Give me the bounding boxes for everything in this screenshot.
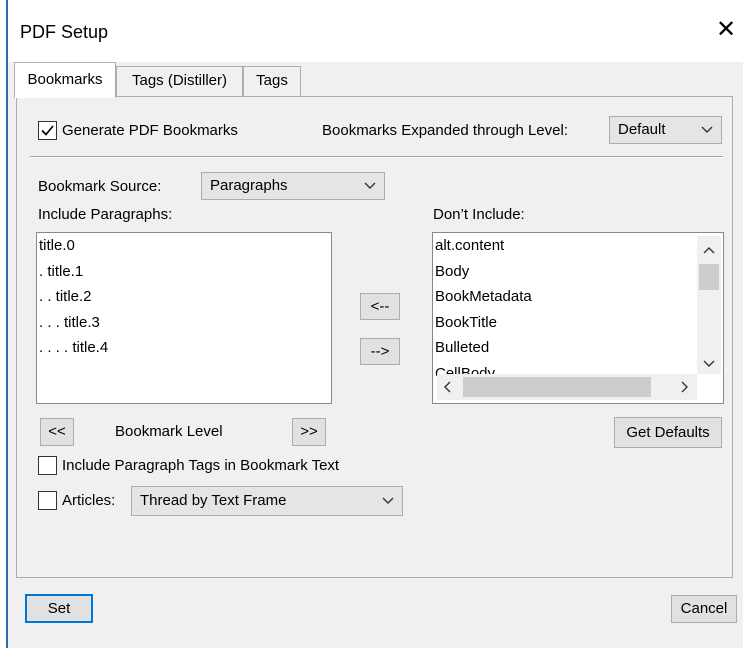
cancel-button[interactable]: Cancel [671, 595, 737, 623]
bookmark-level-label: Bookmark Level [115, 423, 223, 440]
vertical-scrollbar[interactable] [697, 236, 721, 374]
articles-value: Thread by Text Frame [140, 492, 287, 509]
scroll-down-icon[interactable] [703, 360, 715, 368]
list-item[interactable]: alt.content [433, 233, 723, 259]
scroll-right-icon[interactable] [681, 381, 689, 393]
list-item[interactable]: . title.1 [37, 259, 331, 285]
title-bar [8, 0, 743, 62]
close-icon[interactable]: ✕ [716, 16, 736, 44]
chevron-down-icon [701, 126, 713, 133]
chevron-down-icon [382, 497, 394, 504]
list-item[interactable]: . . . title.3 [37, 310, 331, 336]
list-item[interactable]: BookMetadata [433, 284, 723, 310]
list-item[interactable]: Bulleted [433, 335, 723, 361]
window-edge [0, 0, 8, 648]
checkmark-icon [41, 125, 54, 136]
bookmark-source-select[interactable]: Paragraphs [201, 172, 385, 200]
level-up-button[interactable]: >> [292, 418, 326, 446]
list-item[interactable]: BookTitle [433, 310, 723, 336]
horizontal-scrollbar[interactable] [437, 374, 697, 400]
include-paragraphs-list[interactable]: title.0 . title.1 . . title.2 . . . titl… [36, 232, 332, 404]
generate-bookmarks-checkbox[interactable] [38, 121, 57, 140]
separator [30, 156, 723, 158]
scrollbar-thumb[interactable] [463, 377, 651, 397]
include-tags-checkbox[interactable] [38, 456, 57, 475]
include-tags-label: Include Paragraph Tags in Bookmark Text [62, 457, 340, 474]
window-title: PDF Setup [20, 22, 109, 42]
scroll-left-icon[interactable] [443, 381, 451, 393]
articles-label: Articles: [62, 492, 116, 509]
expanded-level-select[interactable]: Default [609, 116, 722, 144]
set-button[interactable]: Set [25, 594, 93, 623]
tab-tags[interactable]: Tags [243, 66, 301, 96]
scroll-up-icon[interactable] [703, 246, 715, 254]
dont-include-label: Don’t Include: [433, 206, 525, 223]
tab-bookmarks[interactable]: Bookmarks [14, 62, 116, 98]
bookmark-source-value: Paragraphs [210, 177, 288, 194]
expanded-level-value: Default [618, 121, 666, 138]
get-defaults-button[interactable]: Get Defaults [614, 417, 722, 448]
generate-bookmarks-label: Generate PDF Bookmarks [62, 122, 238, 139]
move-right-button[interactable]: --> [360, 338, 400, 365]
list-item[interactable]: Body [433, 259, 723, 285]
scrollbar-thumb[interactable] [699, 264, 719, 290]
include-paragraphs-label: Include Paragraphs: [38, 206, 173, 223]
list-item[interactable]: title.0 [37, 233, 331, 259]
move-left-button[interactable]: <-- [360, 293, 400, 320]
list-item[interactable]: . . . . title.4 [37, 335, 331, 361]
bookmark-source-label: Bookmark Source: [38, 178, 162, 195]
tab-tags-distiller[interactable]: Tags (Distiller) [116, 66, 243, 96]
expanded-level-label: Bookmarks Expanded through Level: [322, 122, 568, 139]
chevron-down-icon [364, 182, 376, 189]
level-down-button[interactable]: << [40, 418, 74, 446]
articles-select[interactable]: Thread by Text Frame [131, 486, 403, 516]
articles-checkbox[interactable] [38, 491, 57, 510]
list-item[interactable]: . . title.2 [37, 284, 331, 310]
